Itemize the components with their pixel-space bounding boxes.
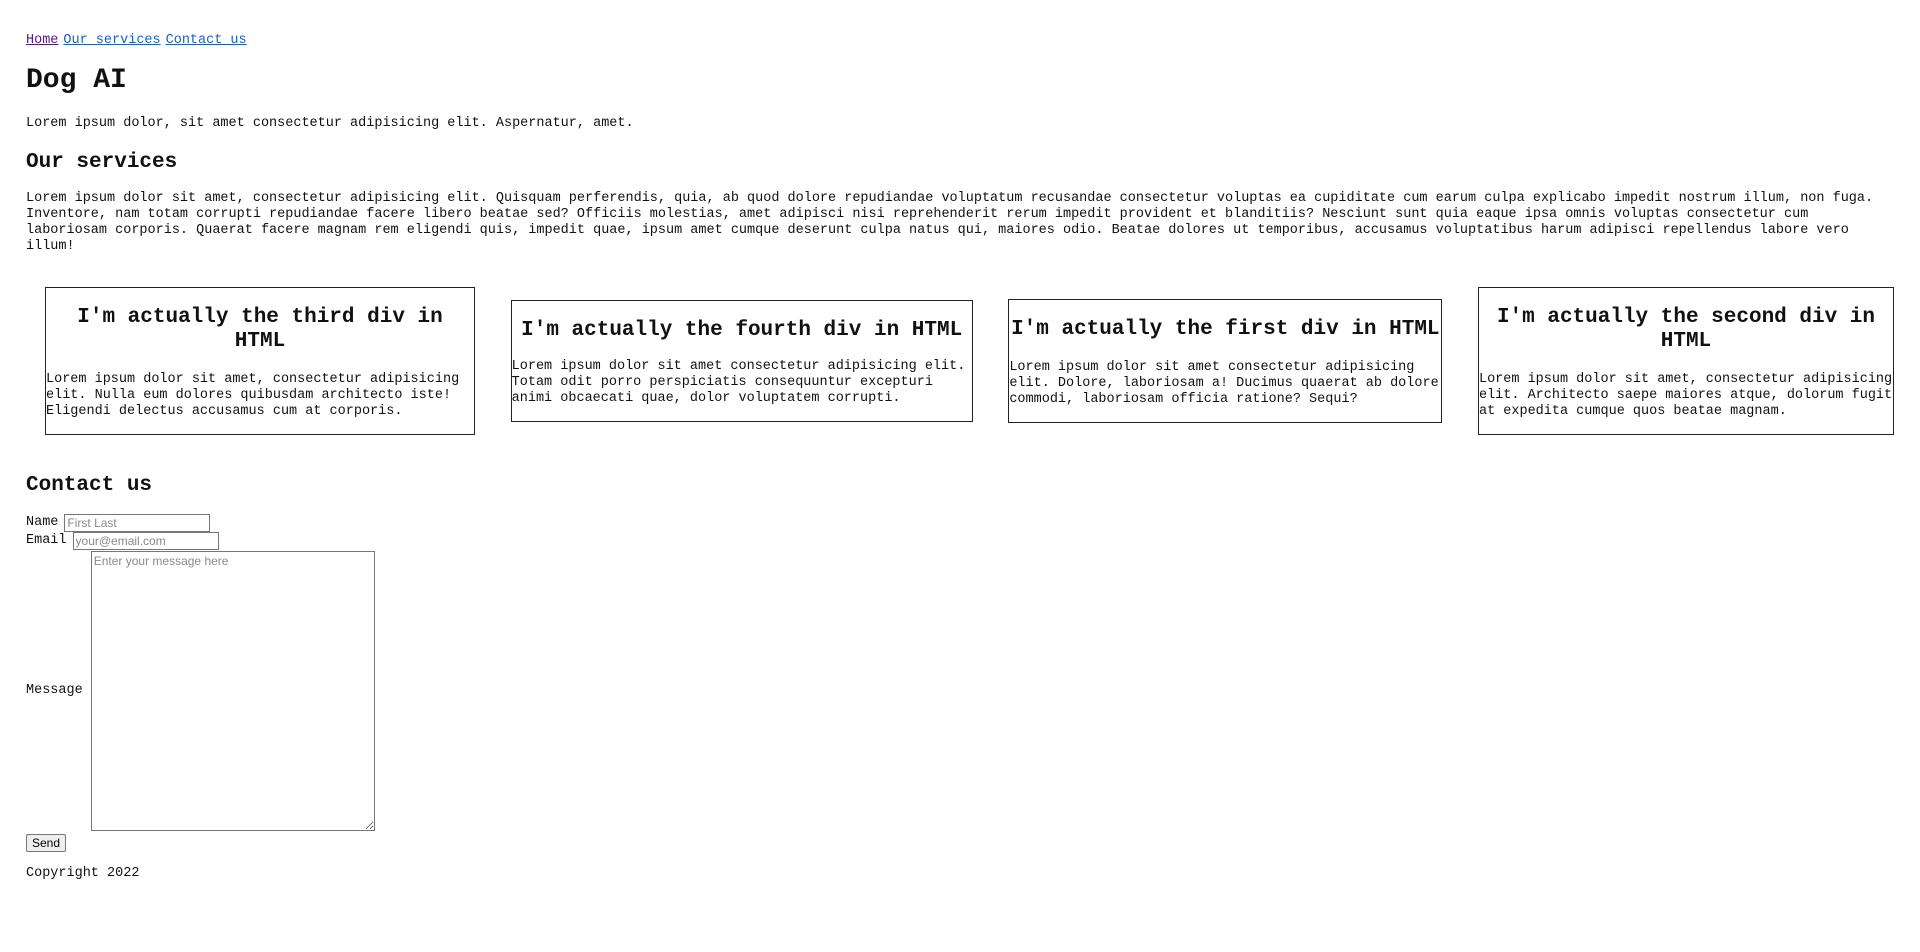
card-text: Lorem ipsum dolor sit amet consectetur a… [1009, 359, 1439, 407]
message-label: Message [26, 683, 83, 699]
email-row: Email [26, 531, 1894, 550]
name-input[interactable] [64, 513, 211, 532]
contact-form: Name Email Message Send [26, 513, 1894, 852]
card-heading: I'm actually the second div in HTML [1496, 305, 1875, 353]
top-nav: Home Our services Contact us [26, 0, 1894, 48]
name-row: Name [26, 513, 1894, 532]
email-input[interactable] [72, 531, 219, 550]
card-third-div: I'm actually the third div in HTML Lorem… [45, 286, 475, 435]
message-textarea[interactable] [90, 550, 375, 831]
email-label: Email [26, 532, 67, 548]
intro-text: Lorem ipsum dolor, sit amet consectetur … [26, 115, 634, 131]
name-label: Name [26, 514, 59, 530]
message-row: Message [26, 550, 1894, 832]
card-text: Lorem ipsum dolor sit amet consectetur a… [511, 358, 966, 406]
card-fourth-div: I'm actually the fourth div in HTML Lore… [510, 299, 973, 422]
footer-copyright: Copyright 2022 [26, 865, 140, 881]
card-text: Lorem ipsum dolor sit amet, consectetur … [1478, 371, 1893, 419]
card-first-div: I'm actually the first div in HTML Lorem… [1008, 298, 1443, 423]
card-heading: I'm actually the first div in HTML [1011, 317, 1440, 341]
nav-home-link[interactable]: Home [26, 33, 58, 48]
card-heading: I'm actually the fourth div in HTML [521, 318, 963, 342]
contact-heading: Contact us [26, 473, 153, 497]
cards-container: I'm actually the third div in HTML Lorem… [26, 286, 1894, 435]
page-title: Dog AI [26, 65, 127, 96]
card-second-div: I'm actually the second div in HTML Lore… [1477, 286, 1894, 435]
card-heading: I'm actually the third div in HTML [77, 305, 443, 353]
services-heading: Our services [26, 150, 178, 174]
nav-contact-link[interactable]: Contact us [166, 33, 247, 48]
services-text: Lorem ipsum dolor sit amet, consectetur … [26, 190, 1874, 254]
nav-services-link[interactable]: Our services [63, 33, 160, 48]
card-text: Lorem ipsum dolor sit amet, consectetur … [46, 371, 460, 419]
send-button[interactable]: Send [26, 833, 67, 852]
